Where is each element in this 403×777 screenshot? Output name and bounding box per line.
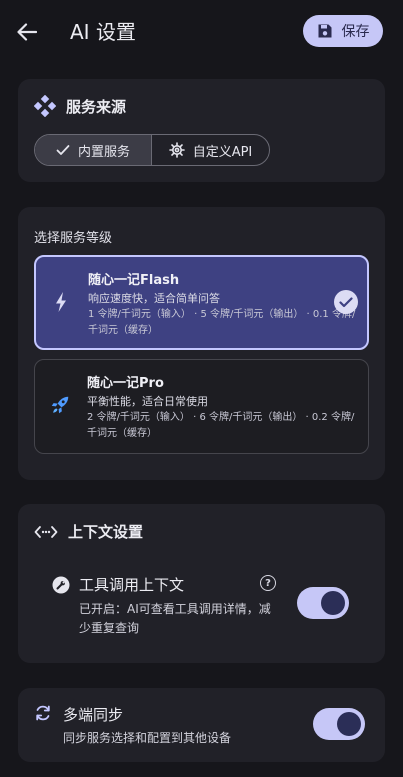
wrench-icon <box>52 576 70 594</box>
tier-pro[interactable]: 随心一记Pro 平衡性能，适合日常使用 2 令牌/千词元（输入） · 6 令牌/… <box>34 359 369 454</box>
context-title: 上下文设置 <box>68 523 144 541</box>
tier-price: 1 令牌/千词元（输入） · 5 令牌/千词元（输出） · 0.1 令牌/千词元… <box>88 309 356 336</box>
gear-icon <box>168 142 185 158</box>
save-button[interactable]: 保存 <box>303 15 383 47</box>
option-builtin-label: 内置服务 <box>77 144 130 160</box>
service-tier-title: 选择服务等级 <box>34 231 113 246</box>
selected-check-icon <box>334 290 358 314</box>
option-builtin[interactable]: 内置服务 <box>35 135 152 165</box>
tier-price: 2 令牌/千词元（输入） · 6 令牌/千词元（输出） · 0.2 令牌/千词元… <box>87 412 355 439</box>
sync-title: 多端同步 <box>63 706 124 724</box>
sync-switch[interactable] <box>313 708 365 740</box>
service-source-title: 服务来源 <box>66 97 127 116</box>
save-label: 保存 <box>341 24 370 40</box>
arrow-left-icon <box>17 23 37 41</box>
floppy-disk-icon <box>318 24 331 38</box>
sync-card: 多端同步 同步服务选择和配置到其他设备 <box>18 688 385 762</box>
sync-subtitle: 同步服务选择和配置到其他设备 <box>63 731 232 745</box>
diamond-grid-icon <box>34 95 56 117</box>
switch-knob <box>321 591 345 615</box>
tier-description: 响应速度快，适合简单问答 <box>88 292 220 305</box>
option-custom-api-label: 自定义API <box>192 144 253 160</box>
page-title: AI 设置 <box>70 20 136 44</box>
top-bar: AI 设置 保存 <box>0 0 403 64</box>
sync-icon <box>34 704 52 722</box>
option-custom-api[interactable]: 自定义API <box>152 135 269 165</box>
tier-name: 随心一记Pro <box>87 376 164 391</box>
code-brackets-icon <box>34 525 58 538</box>
service-source-toggle: 内置服务 自定义API <box>34 134 270 166</box>
service-source-header: 服务来源 <box>34 95 126 117</box>
context-card: 上下文设置 工具调用上下文 ? 已开启：AI可查看工具调用详情，减少重复查询 <box>18 504 385 663</box>
tool-context-title: 工具调用上下文 <box>79 576 185 594</box>
tool-context-switch[interactable] <box>297 587 349 619</box>
lightning-icon <box>50 291 72 313</box>
context-header: 上下文设置 <box>34 521 143 542</box>
service-tier-card: 选择服务等级 随心一记Flash 响应速度快，适合简单问答 1 令牌/千词元（输… <box>18 207 385 480</box>
tier-name: 随心一记Flash <box>88 273 180 288</box>
switch-knob <box>337 712 361 736</box>
tier-flash[interactable]: 随心一记Flash 响应速度快，适合简单问答 1 令牌/千词元（输入） · 5 … <box>34 255 369 350</box>
help-icon[interactable]: ? <box>260 575 276 591</box>
tier-description: 平衡性能，适合日常使用 <box>87 395 208 408</box>
check-icon <box>56 145 70 155</box>
back-button[interactable] <box>14 19 40 45</box>
tool-context-subtitle: 已开启：AI可查看工具调用详情，减少重复查询 <box>79 602 271 635</box>
service-source-card: 服务来源 内置服务 自定义API <box>18 79 385 182</box>
rocket-icon <box>49 394 71 416</box>
